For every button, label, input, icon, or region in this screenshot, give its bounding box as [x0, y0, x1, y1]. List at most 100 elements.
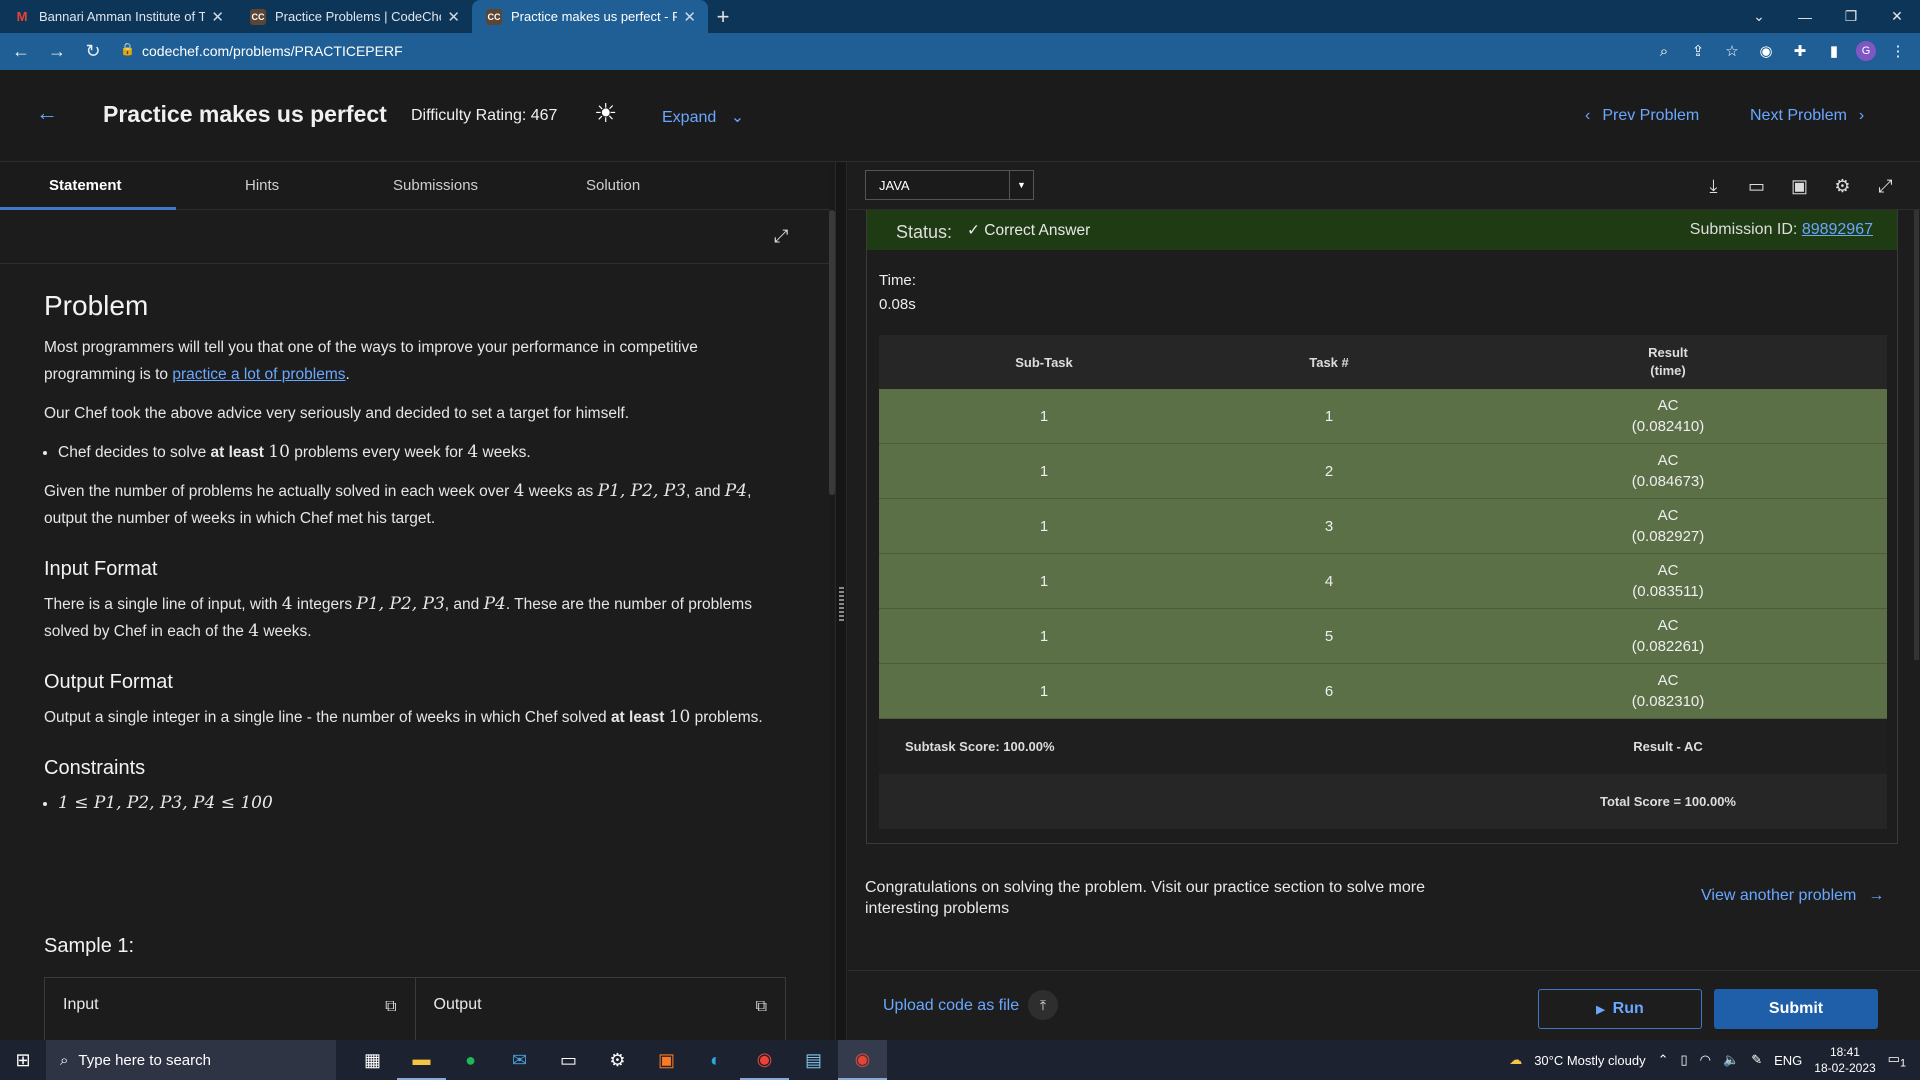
chrome-icon[interactable]: ◉ [740, 1040, 789, 1080]
math: 4 [513, 481, 525, 501]
menu-kebab-icon[interactable]: ⋮ [1886, 38, 1910, 64]
chrome-profile-icon[interactable]: ◉ [838, 1040, 887, 1080]
file-explorer-icon[interactable]: ▬ [397, 1040, 446, 1080]
chevron-up-icon[interactable]: ⌃ [1658, 1052, 1669, 1068]
upload-code-link[interactable]: Upload code as file [883, 997, 1019, 1015]
settings-gear-icon[interactable]: ⚙ [1830, 174, 1855, 198]
browser-tab-practice-problems[interactable]: CC Practice Problems | CodeChef ✕ [236, 0, 472, 33]
pen-icon[interactable]: ✎ [1751, 1052, 1762, 1068]
terminal-icon[interactable]: ▭ [544, 1040, 593, 1080]
tab-title: Practice makes us perfect - Probl [511, 9, 678, 24]
editor-toolbar: JAVA ▼ ⤓ ▭ ▣ ⚙ ⤢ [848, 162, 1920, 210]
window-controls: ⌄ — ❐ ✕ [1736, 0, 1920, 33]
back-arrow-icon[interactable]: ← [6, 37, 36, 67]
lock-icon[interactable]: 🔒 [120, 42, 135, 56]
fullscreen-expand-icon[interactable]: ⤢ [774, 226, 788, 247]
windows-start-icon[interactable]: ⊞ [0, 1040, 46, 1080]
tab-search-icon[interactable]: ⌄ [1736, 0, 1782, 33]
submission-id-link[interactable]: 89892967 [1802, 221, 1873, 238]
download-icon[interactable]: ⤓ [1701, 174, 1726, 198]
math: P1, P2, P3 [356, 594, 445, 614]
text: integers [292, 596, 357, 613]
right-scrollbar[interactable] [1914, 210, 1919, 660]
tab-statement[interactable]: Statement [49, 177, 122, 194]
side-panel-icon[interactable]: ▮ [1822, 38, 1846, 64]
tab-submissions[interactable]: Submissions [393, 177, 478, 194]
run-button[interactable]: ▶ Run [1538, 989, 1702, 1029]
task-view-icon[interactable]: ▦ [348, 1040, 397, 1080]
expand-dropdown[interactable]: Expand ⌄ [662, 107, 744, 127]
language-indicator[interactable]: ENG [1774, 1053, 1802, 1068]
minimize-button[interactable]: — [1782, 0, 1828, 33]
weather-icon[interactable]: ☁ [1509, 1052, 1522, 1068]
xampp-icon[interactable]: ▣ [642, 1040, 691, 1080]
sample-table: Input ⧉ Output ⧉ [44, 977, 786, 1040]
practice-link[interactable]: practice a lot of problems [172, 366, 345, 383]
text: problems. [690, 709, 763, 726]
spotify-icon[interactable]: ● [446, 1040, 495, 1080]
wifi-icon[interactable]: ◠ [1700, 1052, 1711, 1068]
task-cell: 2 [1324, 462, 1334, 480]
theme-toggle-sun-icon[interactable]: ☀ [594, 98, 617, 129]
profile-avatar[interactable]: G [1856, 41, 1876, 61]
language-select[interactable]: JAVA ▼ [865, 170, 1034, 200]
back-arrow-icon[interactable]: ← [36, 100, 58, 126]
close-tab-icon[interactable]: ✕ [683, 8, 696, 26]
upload-icon[interactable]: ⤒ [1028, 990, 1058, 1020]
chevron-down-icon: ⌄ [730, 109, 745, 126]
copy-icon[interactable]: ⧉ [385, 998, 396, 1016]
mail-icon[interactable]: ✉ [495, 1040, 544, 1080]
view-another-problem-link[interactable]: View another problem → [1701, 887, 1884, 905]
time: 18:41 [1829, 1045, 1860, 1059]
battery-icon[interactable]: ▯ [1681, 1052, 1688, 1068]
restore-button[interactable]: ❐ [1828, 0, 1874, 33]
text: problems every week for [289, 444, 468, 461]
browser-tab-active[interactable]: CC Practice makes us perfect - Probl ✕ [472, 0, 708, 33]
close-tab-icon[interactable]: ✕ [447, 8, 460, 26]
save-icon[interactable]: ▣ [1787, 174, 1812, 198]
zoom-icon[interactable]: ⌕ [1652, 38, 1676, 64]
browser-tab-gmail[interactable]: M Bannari Amman Institute of Tech ✕ [0, 0, 236, 33]
bold-text: at least [610, 709, 665, 726]
tab-hints[interactable]: Hints [245, 177, 279, 194]
volume-icon[interactable]: 🔈 [1723, 1052, 1739, 1068]
chevron-left-icon: ‹ [1585, 107, 1591, 124]
url-field[interactable]: codechef.com/problems/PRACTICEPERF [142, 43, 403, 59]
comment-icon[interactable]: ▭ [1744, 174, 1769, 198]
output-format-heading: Output Format [44, 671, 173, 693]
extension-icon[interactable]: ◉ [1754, 38, 1778, 64]
notepad-icon[interactable]: ▤ [789, 1040, 838, 1080]
result-time: (0.082410) [1631, 418, 1705, 435]
close-window-button[interactable]: ✕ [1874, 0, 1920, 33]
table-row: 1 1 AC (0.082410) [879, 389, 1887, 444]
submit-button[interactable]: Submit [1714, 989, 1878, 1029]
next-problem-link[interactable]: Next Problem › [1750, 107, 1864, 125]
notification-icon[interactable]: ▭1 [1888, 1051, 1906, 1070]
input-format-text: There is a single line of input, with 4 … [44, 591, 764, 645]
share-icon[interactable]: ⇪ [1686, 38, 1710, 64]
weather-text[interactable]: 30°C Mostly cloudy [1534, 1053, 1645, 1068]
bookmark-star-icon[interactable]: ☆ [1720, 38, 1744, 64]
prev-problem-link[interactable]: ‹ Prev Problem [1585, 107, 1699, 125]
taskbar-search[interactable]: ⌕ Type here to search [46, 1040, 336, 1080]
clock[interactable]: 18:41 18-02-2023 [1814, 1044, 1875, 1076]
forward-arrow-icon[interactable]: → [42, 37, 72, 67]
panel-resize-handle[interactable] [835, 162, 847, 1040]
result-time: (0.084673) [1631, 473, 1705, 490]
reload-icon[interactable]: ↻ [78, 37, 108, 67]
tab-solution[interactable]: Solution [586, 177, 640, 194]
problem-tabs: Statement Hints Submissions Solution [0, 162, 830, 210]
close-tab-icon[interactable]: ✕ [211, 8, 224, 26]
table-header: Sub-Task Task # Result (time) [879, 335, 1887, 389]
edge-icon[interactable]: ◐ [691, 1040, 740, 1080]
copy-icon[interactable]: ⧉ [756, 998, 767, 1016]
fullscreen-icon[interactable]: ⤢ [1873, 174, 1898, 198]
submission-id: Submission ID: 89892967 [1690, 221, 1873, 239]
column-header: Result (time) [1648, 345, 1688, 378]
result-verdict: AC [1657, 672, 1679, 689]
codechef-icon: CC [486, 8, 502, 25]
settings-icon[interactable]: ⚙ [593, 1040, 642, 1080]
output-format-text: Output a single integer in a single line… [44, 704, 764, 731]
new-tab-button[interactable]: + [708, 0, 738, 33]
puzzle-icon[interactable]: ✚ [1788, 38, 1812, 64]
